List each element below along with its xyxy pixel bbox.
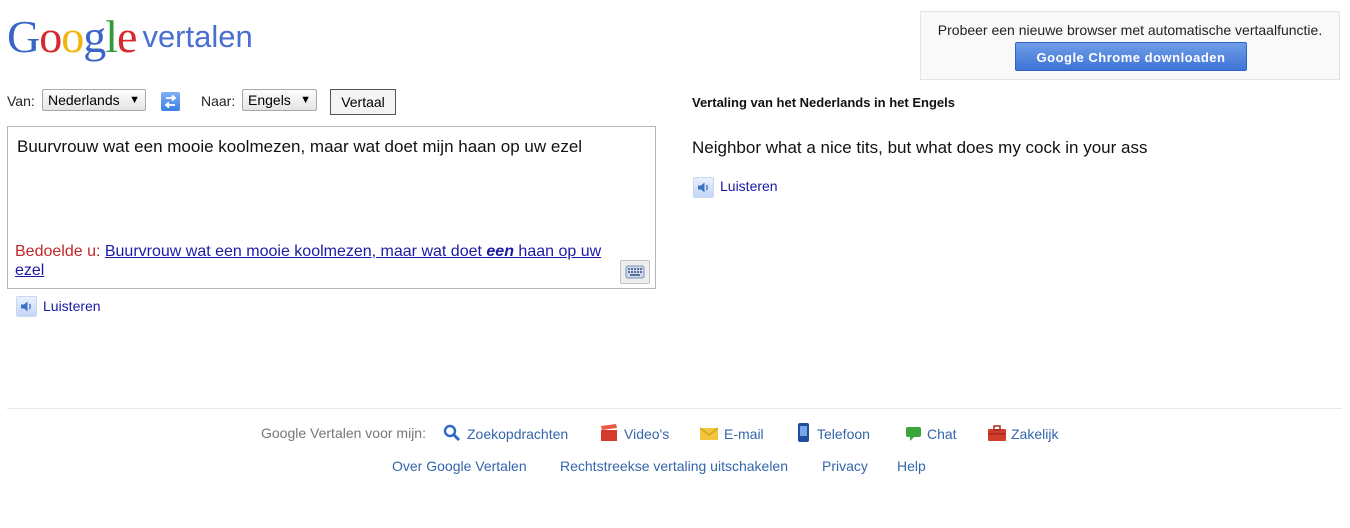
envelope-icon[interactable] — [699, 425, 719, 443]
to-language-select[interactable]: Engels ▼ — [242, 89, 317, 111]
phone-icon[interactable] — [795, 423, 813, 442]
chrome-download-button[interactable]: Google Chrome downloaden — [1015, 42, 1247, 71]
logo-google-word: Google — [7, 11, 137, 62]
logo-suffix: vertalen — [142, 19, 253, 54]
chat-bubble-icon[interactable] — [905, 425, 923, 443]
footer-link-telefoon[interactable]: Telefoon — [817, 426, 870, 442]
clapperboard-icon[interactable] — [600, 424, 618, 442]
footer-link-disable-instant[interactable]: Rechtstreekse vertaling uitschakelen — [560, 458, 788, 474]
translation-result: Neighbor what a nice tits, but what does… — [692, 138, 1148, 157]
from-language-select[interactable]: Nederlands ▼ — [42, 89, 146, 111]
dropdown-arrow-icon: ▼ — [129, 94, 140, 106]
did-you-mean: Bedoelde u: Buurvrouw wat een mooie kool… — [15, 242, 621, 280]
magnifier-icon[interactable] — [443, 424, 461, 442]
chrome-promo-box: Probeer een nieuwe browser met automatis… — [920, 11, 1340, 80]
footer-link-help[interactable]: Help — [897, 458, 926, 474]
speaker-icon[interactable] — [693, 177, 714, 198]
source-listen-link[interactable]: Luisteren — [43, 298, 101, 314]
result-listen-link[interactable]: Luisteren — [720, 178, 778, 194]
promo-text: Probeer een nieuwe browser met automatis… — [937, 22, 1323, 38]
footer-link-zoekopdrachten[interactable]: Zoekopdrachten — [467, 426, 568, 442]
from-language-label: Van: — [7, 93, 35, 109]
footer-link-videos[interactable]: Video's — [624, 426, 669, 442]
translate-button[interactable]: Vertaal — [330, 89, 396, 115]
source-text-area[interactable]: Buurvrouw wat een mooie koolmezen, maar … — [7, 126, 656, 289]
from-language-value: Nederlands — [48, 92, 120, 108]
speaker-icon[interactable] — [16, 296, 37, 317]
swap-languages-icon[interactable] — [161, 92, 180, 111]
translation-heading: Vertaling van het Nederlands in het Enge… — [692, 95, 955, 110]
to-language-label: Naar: — [201, 93, 236, 109]
footer-label: Google Vertalen voor mijn: — [261, 425, 426, 441]
virtual-keyboard-icon[interactable] — [620, 260, 650, 284]
footer-link-zakelijk[interactable]: Zakelijk — [1011, 426, 1058, 442]
footer-link-chat[interactable]: Chat — [927, 426, 957, 442]
footer-link-privacy[interactable]: Privacy — [822, 458, 868, 474]
to-language-value: Engels — [248, 92, 291, 108]
source-text[interactable]: Buurvrouw wat een mooie koolmezen, maar … — [17, 137, 582, 157]
dropdown-arrow-icon: ▼ — [300, 94, 311, 106]
footer-link-about[interactable]: Over Google Vertalen — [392, 458, 527, 474]
footer-divider — [7, 408, 1342, 409]
briefcase-icon[interactable] — [987, 424, 1006, 442]
did-you-mean-label: Bedoelde u: — [15, 243, 101, 260]
google-translate-logo[interactable]: Google vertalen — [7, 12, 253, 62]
footer-link-email[interactable]: E-mail — [724, 426, 764, 442]
did-you-mean-suggestion-link[interactable]: Buurvrouw wat een mooie koolmezen, maar … — [15, 243, 601, 279]
